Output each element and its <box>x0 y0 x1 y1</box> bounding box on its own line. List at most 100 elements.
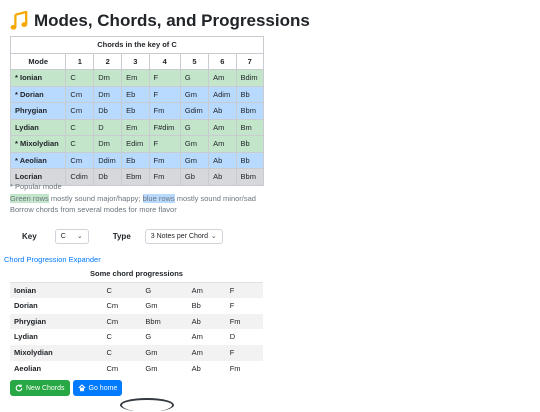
modes-table: Chords in the key of C Mode 1 2 3 4 5 6 7 * Ion… <box>9 36 265 186</box>
chevron-down-icon: ⌄ <box>210 233 217 240</box>
progression-chord-cell: Cm <box>102 313 142 330</box>
progression-mode-cell: Lydian <box>14 332 38 342</box>
chord-cell: Bb <box>235 151 265 169</box>
type-label: Type <box>112 231 131 241</box>
chord-cell: F <box>148 85 181 103</box>
progression-chord-cell: Am <box>187 282 226 299</box>
progression-row: Aeolian Cm Gm Ab Fm <box>10 361 263 377</box>
progression-row: Mixolydian C Gm Am F <box>10 344 263 361</box>
home-icon <box>77 384 86 392</box>
color-legend-note: Green rows mostly sound major/happy; blu… <box>10 193 256 205</box>
type-select[interactable]: 3 Notes per Chord ⌄ <box>144 228 223 244</box>
mode-name-cell: Phrygian <box>9 102 67 120</box>
chord-cell: G <box>179 118 210 136</box>
chord-cell: C <box>65 69 95 87</box>
progression-chord-cell: Am <box>191 332 203 342</box>
progressions-table-body: Ionian C G Am F Dorian Cm Gm Bb F Phrygian Cm Bbm Ab F… <box>10 282 263 376</box>
chord-cell: Gm <box>179 135 210 153</box>
progressions-table-caption: Some chord progressions <box>10 266 263 283</box>
mode-row: * Dorian Cm Dm Eb F Gm Adim Bb <box>9 85 265 103</box>
modes-column-header: 5 <box>179 52 210 70</box>
mode-name-cell: Lydian <box>9 118 67 136</box>
chord-cell: Fm <box>148 102 181 120</box>
progression-chord-cell: F <box>225 344 263 361</box>
progression-chord-cell: F <box>225 282 263 299</box>
chord-cell: Dm <box>93 135 123 153</box>
key-select-value: C <box>60 232 66 240</box>
progression-chord-cell: G <box>141 282 188 299</box>
blue-rows-label: blue rows <box>142 193 175 203</box>
refresh-icon <box>15 384 23 392</box>
progression-chord-cell: C <box>106 332 112 342</box>
chord-cell: Em <box>121 118 150 136</box>
mode-name-cell: * Dorian <box>9 85 67 103</box>
borrow-chords-note: Borrow chords from several modes for mor… <box>10 205 177 214</box>
progression-chord-cell: Gm <box>145 363 158 373</box>
progression-chord-cell: Bbm <box>141 313 188 330</box>
progression-chord-cell: Cm <box>106 301 119 311</box>
chord-cell: Bb <box>235 135 265 153</box>
chord-cell: Bdim <box>235 69 265 87</box>
progression-chord-cell: Fm <box>225 313 263 330</box>
chord-cell: Ab <box>208 151 237 169</box>
chord-cell: Eb <box>121 102 150 120</box>
progression-chord-cell: G <box>145 332 152 342</box>
progression-chord-cell: C <box>102 282 142 299</box>
mode-name-cell: * Mixolydian <box>9 135 67 153</box>
chord-cell: F <box>148 135 181 153</box>
progression-chord-cell: Gm <box>141 344 188 361</box>
chord-cell: Ddim <box>93 151 123 169</box>
progression-row: Ionian C G Am F <box>10 282 263 299</box>
progression-chord-cell: Fm <box>229 363 241 373</box>
progression-chord-cell: D <box>229 332 236 342</box>
modes-column-header: 4 <box>148 52 181 70</box>
new-chords-button[interactable]: New Chords <box>10 380 70 396</box>
progression-mode-cell: Ionian <box>10 282 103 299</box>
chord-cell: Db <box>93 102 123 120</box>
progression-mode-cell: Aeolian <box>14 363 42 373</box>
chord-cell: Cm <box>65 151 95 169</box>
chord-cell: D <box>93 118 123 136</box>
modes-column-header: 3 <box>121 52 150 70</box>
mode-row: Phrygian Cm Db Eb Fm Gdim Ab Bbm <box>9 102 265 120</box>
progression-row: Dorian Cm Gm Bb F <box>10 298 263 314</box>
chord-cell: G <box>179 69 210 87</box>
progression-mode-cell: Phrygian <box>10 313 103 330</box>
key-label: Key <box>22 231 37 241</box>
chord-cell: Am <box>208 118 237 136</box>
chord-cell: Dm <box>93 85 123 103</box>
chord-cell: C <box>65 135 95 153</box>
key-select[interactable]: C ⌄ <box>54 228 89 244</box>
modes-column-header: 2 <box>93 52 123 70</box>
chord-cell: Eb <box>121 85 150 103</box>
chord-cell: Fm <box>148 151 181 169</box>
modes-table-caption: Chords in the key of C <box>10 36 264 54</box>
chord-progression-expander-link[interactable]: Chord Progression Expander <box>4 255 101 264</box>
modes-table-header-row: Mode 1 2 3 4 5 6 7 <box>9 52 265 70</box>
chord-cell: Dm <box>93 69 123 87</box>
chord-cell: Ab <box>208 102 237 120</box>
mode-row: * Aeolian Cm Ddim Eb Fm Gm Ab Bb <box>9 151 265 169</box>
blue-rows-desc: mostly sound minor/sad <box>174 193 256 203</box>
mode-name-cell: * Aeolian <box>9 151 67 169</box>
chord-cell: Am <box>208 135 237 153</box>
chord-cell: Cm <box>65 102 95 120</box>
chord-cell: C <box>65 118 95 136</box>
mode-row: Lydian C D Em F#dim G Am Bm <box>9 118 265 136</box>
progression-chord-cell: Am <box>187 344 226 361</box>
green-rows-desc: mostly sound major/happy; <box>48 193 143 203</box>
music-note-icon <box>10 11 28 30</box>
mode-name-cell: * Ionian <box>9 69 67 87</box>
progression-row: Phrygian Cm Bbm Ab Fm <box>10 313 263 330</box>
page-title: Modes, Chords, and Progressions <box>10 8 310 34</box>
modes-table-body: * Ionian C Dm Em F G Am Bdim * Dorian Cm Dm Eb F Gm Ad… <box>9 69 265 186</box>
progression-mode-cell: Dorian <box>14 301 38 311</box>
progression-chord-cell: Cm <box>106 363 119 373</box>
progression-chord-cell: C <box>102 344 142 361</box>
progression-chord-cell: Bb <box>191 301 201 311</box>
go-home-button[interactable]: Go home <box>72 380 123 396</box>
green-rows-label: Green rows <box>10 193 49 203</box>
popular-mode-note: * Popular mode <box>10 182 62 191</box>
progression-chord-cell: Ab <box>187 313 226 330</box>
mode-row: * Mixolydian C Dm Edim F Gm Am Bb <box>9 135 265 153</box>
